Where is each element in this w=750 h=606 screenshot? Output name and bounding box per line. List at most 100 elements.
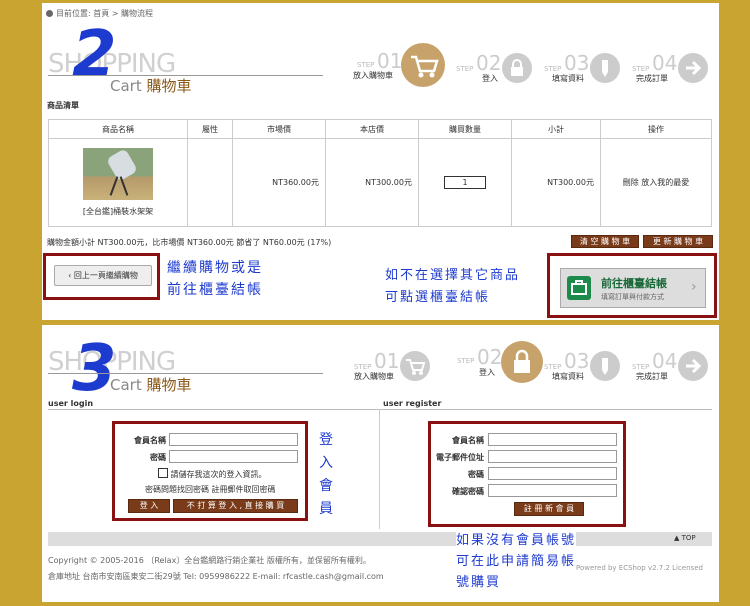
step-caption: 放入購物車	[354, 372, 394, 381]
reg-password-label: 密碼	[468, 470, 484, 479]
step-number: 04	[652, 349, 678, 373]
table-row: [全台鑑]桶裝水架架 NT360.00元 NT300.00元 1 NT300.0…	[48, 138, 712, 227]
cart-heading: Cart 購物車	[110, 75, 192, 96]
note-line: 如不在選擇其它商品	[385, 268, 521, 283]
note-char: 會	[319, 478, 333, 494]
pencil-icon	[590, 351, 620, 381]
top-link-label: TOP	[681, 534, 696, 542]
col-qty: 購買數量	[418, 119, 512, 139]
cart-heading-en: Cart	[110, 77, 142, 95]
login-password-input[interactable]	[169, 450, 298, 463]
login-button[interactable]: 登 入	[128, 499, 170, 513]
register-section-title: user register	[383, 399, 442, 408]
cart-heading: Cart 購物車	[110, 374, 192, 395]
checkout-subtitle: 填寫訂單與付款方式	[601, 293, 664, 301]
step-label: STEP	[544, 65, 562, 73]
quantity-input[interactable]: 1	[444, 176, 486, 189]
top-link[interactable]: ▲ TOP	[674, 534, 696, 542]
checkout-title: 前往櫃臺結帳	[601, 277, 667, 290]
note-right: 如不在選擇其它商品 可點選櫃臺結帳	[385, 265, 520, 309]
note-line: 號購買	[456, 575, 502, 590]
guest-checkout-button[interactable]: 不 打 算 登 入 , 直 接 購 買	[173, 499, 298, 513]
step-caption: 登入	[482, 74, 498, 83]
up-arrow-icon: ▲	[674, 534, 682, 542]
col-ops: 操作	[600, 119, 712, 139]
update-cart-button[interactable]: 更 新 購 物 車	[643, 235, 713, 248]
register-confirm-input[interactable]	[488, 484, 617, 497]
step-number: 01	[374, 349, 400, 373]
step-label: STEP	[632, 363, 650, 371]
product-name-link[interactable]: [全台鑑]桶裝水架架	[83, 207, 153, 216]
lock-icon	[501, 341, 543, 383]
cart-table: 商品名稱 屬性 市場價 本店價 購買數量 小計 操作 [全台鑑]桶裝水架架 NT…	[48, 119, 712, 227]
step-label: STEP	[632, 65, 650, 73]
step-label: STEP	[456, 65, 474, 73]
note-line: 繼續購物或是	[167, 260, 263, 276]
forgot-links[interactable]: 密碼問題找回密碼 註冊郵件取回密碼	[145, 484, 276, 495]
step-caption: 填寫資料	[552, 372, 584, 381]
note-char: 登	[319, 432, 333, 448]
step-label: STEP	[544, 363, 562, 371]
login-section-title: user login	[48, 399, 94, 408]
col-shop-price: 本店價	[325, 119, 419, 139]
footer-address: 倉庫地址 台南市安南區東安二街29號 Tel: 0959986222 E-mai…	[48, 572, 384, 581]
note-line: 如果沒有會員帳號	[456, 533, 577, 548]
clear-cart-button[interactable]: 清 空 購 物 車	[571, 235, 639, 248]
subtotal-cell: NT300.00元	[511, 138, 601, 227]
reg-email-label: 電子郵件位址	[436, 453, 484, 462]
login-panel: SHOPPING 3 Cart 購物車 STEP 01 放入購物車 STEP 0…	[42, 325, 719, 602]
cart-heading-cn: 購物車	[146, 376, 192, 394]
cart-icon	[401, 43, 445, 87]
register-email-input[interactable]	[488, 450, 617, 463]
step-caption: 完成訂單	[636, 74, 668, 83]
checkout-button[interactable]: 前往櫃臺結帳 填寫訂單與付款方式 ›	[560, 268, 706, 308]
note-login: 登 入 會 員	[318, 429, 334, 521]
note-char: 員	[319, 501, 333, 517]
register-button[interactable]: 註 冊 新 會 員	[514, 502, 584, 516]
note-register: 如果沒有會員帳號 可在此申請簡易帳 號購買	[456, 530, 577, 593]
cart-panel: 目前位置: 首頁 > 購物流程 SHOPPING 2 Cart 購物車 STEP…	[42, 3, 719, 320]
section-divider	[48, 409, 712, 410]
col-subtotal: 小計	[511, 119, 601, 139]
cart-summary: 購物金額小計 NT300.00元，比市場價 NT360.00元 節省了 NT60…	[47, 238, 332, 247]
product-list-title: 商品清單	[47, 101, 79, 110]
market-price-cell: NT360.00元	[232, 138, 326, 227]
note-line: 可在此申請簡易帳	[456, 554, 577, 569]
step-caption: 填寫資料	[552, 74, 584, 83]
note-char: 入	[319, 455, 333, 471]
back-continue-button[interactable]: ‹ 回上一頁繼續購物	[54, 265, 152, 286]
qty-cell: 1	[418, 138, 512, 227]
cart-heading-en: Cart	[110, 376, 142, 394]
ops-cell[interactable]: 刪除 放入我的最愛	[600, 138, 712, 227]
step-caption: 完成訂單	[636, 372, 668, 381]
step-label: STEP	[357, 61, 375, 69]
pencil-icon	[590, 53, 620, 83]
step-label: STEP	[354, 363, 372, 371]
step-label: STEP	[457, 357, 475, 365]
step-number: 02	[476, 51, 502, 75]
remember-checkbox[interactable]	[158, 468, 168, 478]
col-market-price: 市場價	[232, 119, 326, 139]
remember-row: 請儲存我這次的登入資訊。	[158, 468, 267, 480]
password-label: 密碼	[150, 453, 166, 462]
register-username-input[interactable]	[488, 433, 617, 446]
reg-username-label: 會員名稱	[452, 436, 484, 445]
step-number: 03	[564, 349, 590, 373]
chevron-right-icon: ›	[691, 279, 697, 295]
shop-price-cell: NT300.00元	[325, 138, 419, 227]
col-attr: 屬性	[187, 119, 233, 139]
arrow-right-icon	[678, 351, 708, 381]
col-product: 商品名稱	[48, 119, 188, 139]
login-username-input[interactable]	[169, 433, 298, 446]
register-password-input[interactable]	[488, 467, 617, 480]
top-bar	[48, 532, 712, 546]
column-divider	[379, 409, 380, 529]
step-number: 03	[564, 51, 590, 75]
product-image[interactable]	[83, 148, 153, 200]
step-caption: 登入	[479, 368, 495, 377]
cart-icon	[400, 351, 430, 381]
username-label: 會員名稱	[134, 436, 166, 445]
powered-by-logo[interactable]: Powered by ECShop v2.7.2 Licensed	[576, 564, 703, 572]
note-line: 前往櫃臺結帳	[167, 282, 263, 298]
arrow-right-icon	[678, 53, 708, 83]
